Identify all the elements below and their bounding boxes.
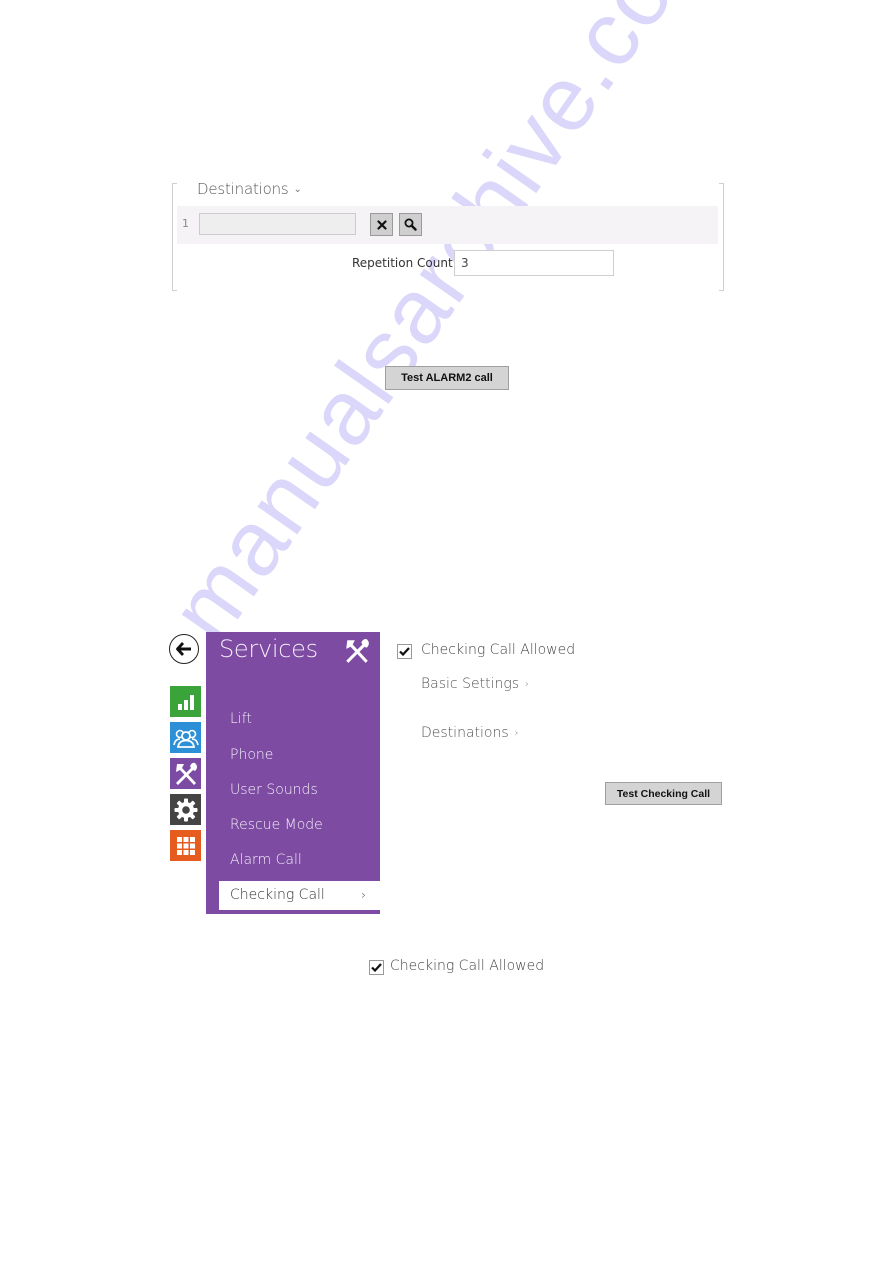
destination-row: 1 (177, 206, 718, 244)
watermark: manualsarchive.com (150, 0, 739, 660)
services-menu-panel: Services Lift Phone User Sounds Rescue M… (206, 632, 380, 914)
chevron-right-icon: › (361, 888, 366, 902)
nav-tile-services[interactable] (170, 758, 201, 789)
destinations-label: Destinations (421, 725, 509, 741)
repetition-count-input[interactable] (454, 250, 614, 276)
menu-item-phone[interactable]: Phone (230, 747, 273, 763)
repetition-count-label: Repetition Count (352, 256, 453, 270)
gear-icon (174, 798, 197, 821)
test-alarm-call-button[interactable]: Test ALARM2 call (385, 366, 509, 390)
clear-destination-button[interactable] (370, 213, 393, 236)
chevron-down-icon: ⌄ (293, 184, 302, 195)
destinations-link[interactable]: Destinations › (421, 725, 519, 741)
menu-item-checking-call[interactable]: Checking Call › (219, 881, 380, 910)
close-icon (376, 219, 387, 230)
chevron-right-icon: › (525, 679, 530, 690)
standalone-checking-call-label: Checking Call Allowed (390, 958, 545, 974)
menu-item-rescue-mode[interactable]: Rescue Mode (230, 817, 323, 833)
destinations-title: Destinations (197, 180, 289, 198)
users-icon (172, 729, 199, 748)
hammer-wrench-icon (175, 762, 197, 785)
grid-icon (176, 836, 195, 855)
checkmark-icon (371, 963, 382, 972)
chevron-right-icon: › (514, 728, 519, 739)
menu-item-alarm-call[interactable]: Alarm Call (230, 852, 302, 868)
search-icon (404, 218, 417, 231)
nav-tile-status[interactable] (170, 686, 201, 717)
row-index: 1 (182, 217, 189, 230)
destination-input[interactable] (199, 213, 356, 235)
back-button[interactable] (169, 634, 199, 664)
checking-call-allowed-label: Checking Call Allowed (421, 642, 576, 658)
menu-item-user-sounds[interactable]: User Sounds (230, 782, 318, 798)
panel-bracket-right (719, 183, 724, 291)
bar-chart-icon (177, 694, 194, 710)
destinations-header[interactable]: Destinations ⌄ (197, 180, 302, 198)
standalone-checking-call-checkbox[interactable] (369, 960, 384, 975)
nav-tile-hardware[interactable] (170, 794, 201, 825)
services-title: Services (219, 635, 318, 663)
basic-settings-label: Basic Settings (421, 676, 520, 692)
nav-tile-directory[interactable] (170, 722, 201, 753)
basic-settings-link[interactable]: Basic Settings › (421, 676, 529, 692)
destinations-panel: Destinations ⌄ 1 Repetition Count (172, 180, 724, 291)
menu-item-lift[interactable]: Lift (230, 711, 252, 727)
hammer-wrench-icon (346, 638, 369, 663)
nav-tile-system[interactable] (170, 830, 201, 861)
checking-call-allowed-checkbox[interactable] (397, 644, 412, 659)
checkmark-icon (399, 647, 410, 656)
menu-item-label: Checking Call (230, 887, 325, 903)
test-checking-call-button[interactable]: Test Checking Call (605, 782, 722, 805)
search-destination-button[interactable] (399, 213, 422, 236)
arrow-left-icon (176, 642, 191, 656)
